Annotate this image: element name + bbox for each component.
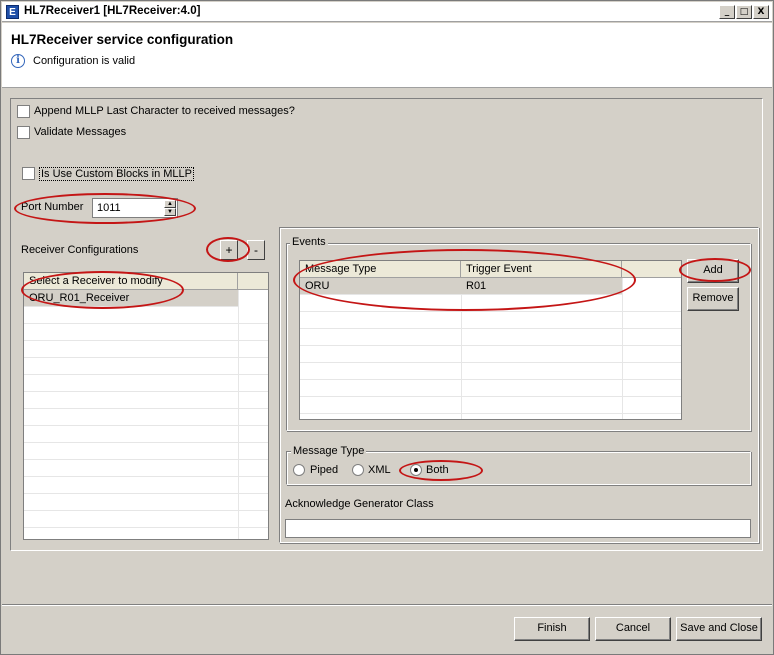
empty-row xyxy=(24,409,268,426)
port-number-value: 1011 xyxy=(97,202,121,214)
append-mllp-label: Append MLLP Last Character to received m… xyxy=(34,105,295,117)
empty-row xyxy=(24,494,268,511)
dialog-window: E HL7Receiver1 [HL7Receiver:4.0] _ □ X H… xyxy=(0,0,774,655)
minimize-icon[interactable]: _ xyxy=(719,5,735,19)
port-number-spinner[interactable]: 1011 ▲ ▼ xyxy=(92,198,178,218)
empty-row xyxy=(24,341,268,358)
empty-row xyxy=(24,426,268,443)
receiver-configurations-label: Receiver Configurations xyxy=(21,244,139,256)
spin-down-icon[interactable]: ▼ xyxy=(164,208,176,216)
custom-blocks-checkbox[interactable] xyxy=(22,167,35,180)
message-type-group-title: Message Type xyxy=(291,445,367,457)
header-banner: HL7Receiver service configuration i Conf… xyxy=(2,23,772,88)
port-number-label: Port Number xyxy=(21,201,84,213)
add-receiver-button[interactable]: + xyxy=(220,240,238,260)
append-mllp-checkbox[interactable] xyxy=(17,105,30,118)
message-type-cell: ORU xyxy=(305,280,330,292)
empty-row xyxy=(300,329,681,346)
both-radio[interactable] xyxy=(410,464,422,476)
ack-class-label: Acknowledge Generator Class xyxy=(285,498,434,510)
both-label: Both xyxy=(426,464,449,476)
empty-row xyxy=(24,307,268,324)
footer-separator xyxy=(2,604,772,606)
page-title: HL7Receiver service configuration xyxy=(11,32,234,47)
ack-class-field[interactable] xyxy=(285,519,751,538)
events-table: Message Type Trigger Event ORU R01 xyxy=(299,260,682,420)
empty-row xyxy=(24,392,268,409)
validate-messages-checkbox[interactable] xyxy=(17,126,30,139)
custom-blocks-label: Is Use Custom Blocks in MLLP xyxy=(39,167,194,181)
empty-row xyxy=(24,324,268,341)
cancel-button[interactable]: Cancel xyxy=(595,617,671,641)
validate-messages-label: Validate Messages xyxy=(34,126,127,138)
trigger-event-column-header[interactable]: Trigger Event xyxy=(461,261,622,278)
empty-row xyxy=(300,295,681,312)
empty-row xyxy=(24,477,268,494)
window-title: HL7Receiver1 [HL7Receiver:4.0] xyxy=(24,5,201,17)
remove-receiver-button[interactable]: - xyxy=(247,240,265,260)
status-message: Configuration is valid xyxy=(33,55,136,67)
receiver-name-cell: ORU_R01_Receiver xyxy=(29,292,130,304)
remove-event-button[interactable]: Remove xyxy=(687,287,739,311)
app-icon: E xyxy=(6,5,19,19)
spin-up-icon[interactable]: ▲ xyxy=(164,200,176,208)
table-row[interactable]: ORU R01 xyxy=(300,278,622,295)
info-icon: i xyxy=(11,54,25,68)
piped-radio[interactable] xyxy=(293,464,305,476)
empty-row xyxy=(300,380,681,397)
receiver-column-filler xyxy=(238,273,268,290)
empty-row xyxy=(300,363,681,380)
message-type-column-header[interactable]: Message Type xyxy=(300,261,461,278)
trigger-event-cell: R01 xyxy=(466,280,487,292)
add-event-button[interactable]: Add xyxy=(687,259,739,283)
title-bar[interactable]: E HL7Receiver1 [HL7Receiver:4.0] _ □ X xyxy=(2,2,772,22)
empty-row xyxy=(24,375,268,392)
empty-row xyxy=(24,358,268,375)
events-column-filler xyxy=(622,261,681,278)
save-and-close-button[interactable]: Save and Close xyxy=(676,617,762,641)
empty-row xyxy=(24,443,268,460)
finish-button[interactable]: Finish xyxy=(514,617,590,641)
empty-row xyxy=(300,346,681,363)
xml-label: XML xyxy=(368,464,391,476)
empty-row xyxy=(300,397,681,414)
empty-row xyxy=(24,460,268,477)
empty-row xyxy=(24,511,268,528)
receiver-table: Select a Receiver to modify ORU_R01_Rece… xyxy=(23,272,269,540)
maximize-icon[interactable]: □ xyxy=(736,5,752,19)
empty-row xyxy=(300,312,681,329)
piped-label: Piped xyxy=(310,464,339,476)
xml-radio[interactable] xyxy=(352,464,364,476)
events-group-title: Events xyxy=(290,236,328,248)
receiver-column-header[interactable]: Select a Receiver to modify xyxy=(24,273,238,290)
close-icon[interactable]: X xyxy=(753,5,769,19)
table-row[interactable]: ORU_R01_Receiver xyxy=(24,290,238,307)
